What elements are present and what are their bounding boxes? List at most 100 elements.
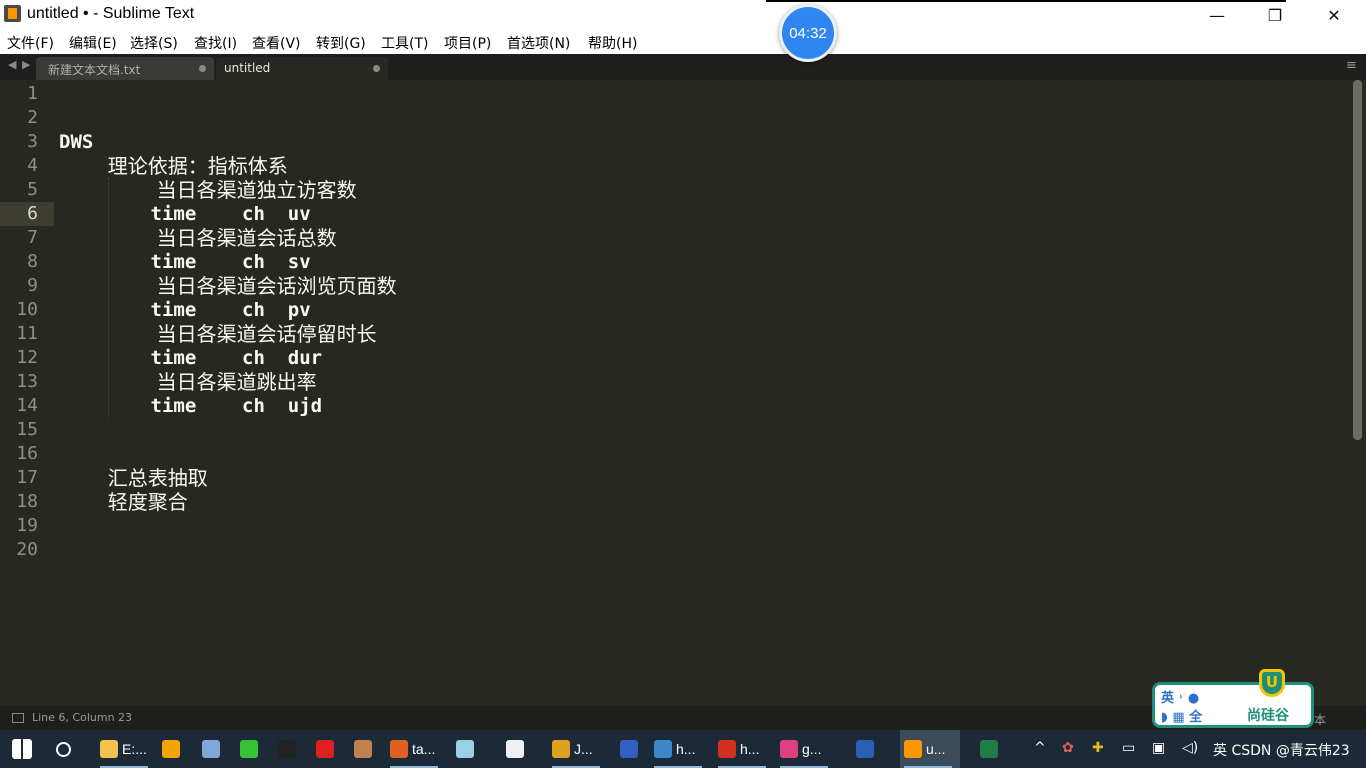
code-line[interactable]: time ch pv <box>59 298 311 322</box>
ime-logo-widget[interactable]: 英 ˒ ● ◗ ▦ 全 U 尚硅谷 <box>1152 669 1314 728</box>
taskbar-item[interactable] <box>12 730 32 768</box>
menu-find[interactable]: 查找(I) <box>194 33 237 53</box>
status-right-text: 本 <box>1314 713 1327 727</box>
search-icon <box>56 741 71 757</box>
menu-tools[interactable]: 工具(T) <box>381 33 428 53</box>
network-icon[interactable]: ▣ <box>1152 740 1165 756</box>
line-number: 20 <box>16 539 38 560</box>
menu-goto[interactable]: 转到(G) <box>316 33 366 53</box>
code-line[interactable]: 当日各渠道独立访客数 <box>157 178 357 202</box>
menu-preferences[interactable]: 首选项(N) <box>507 33 570 53</box>
code-line[interactable]: 当日各渠道会话总数 <box>157 226 337 250</box>
line-number: 2 <box>27 107 38 128</box>
tray-app-icon[interactable]: ✿ <box>1062 740 1074 756</box>
window-title: untitled • - Sublime Text <box>27 5 195 22</box>
line-number: 15 <box>16 419 38 440</box>
taskbar-item-label: g... <box>802 741 822 757</box>
line-number: 11 <box>16 323 38 344</box>
tab-new-text-doc[interactable]: 新建文本文档.txt <box>36 57 214 80</box>
tab-bar: ◀ ▶ 新建文本文档.txt untitled ≡ <box>0 54 1366 80</box>
taskbar-item-label: h... <box>740 741 760 757</box>
vertical-scrollbar[interactable] <box>1353 80 1362 440</box>
line-number: 18 <box>16 491 38 512</box>
tab-untitled[interactable]: untitled <box>216 57 388 80</box>
minimize-button[interactable]: — <box>1194 0 1240 30</box>
smile-icon <box>506 740 524 758</box>
menu-file[interactable]: 文件(F) <box>7 33 54 53</box>
taskbar-item[interactable] <box>240 730 258 768</box>
editor-area[interactable]: 1 2 3 4 5 6 7 8 9 10 11 12 13 14 15 16 17 18 19 20 DWS 理论依据：… <box>0 80 1366 706</box>
taskbar-item[interactable]: g... <box>780 730 828 768</box>
taskbar-item[interactable] <box>856 730 874 768</box>
code-line[interactable]: time ch sv <box>59 250 311 274</box>
code-line[interactable]: DWS <box>59 130 93 154</box>
code-line[interactable]: time ch uv <box>59 202 311 226</box>
windows-icon <box>12 739 32 759</box>
code-line[interactable]: 汇总表抽取 <box>108 466 208 490</box>
taskbar-item-label: h... <box>676 741 696 757</box>
line-number: 3 <box>27 131 38 152</box>
tray-text: 英 CSDN @青云伟23 <box>1213 743 1350 759</box>
tab-menu-icon[interactable]: ≡ <box>1346 58 1357 73</box>
redis-icon <box>718 740 736 758</box>
taskbar-item[interactable] <box>278 730 296 768</box>
taskbar-item[interactable]: h... <box>718 730 766 768</box>
taskbar-item[interactable] <box>202 730 220 768</box>
code-line[interactable]: 当日各渠道跳出率 <box>157 370 317 394</box>
menu-help[interactable]: 帮助(H) <box>588 33 637 53</box>
vm-icon <box>654 740 672 758</box>
ime-width-label: ◗ ▦ 全 <box>1161 710 1203 725</box>
taskbar-item-label: ta... <box>412 741 436 757</box>
taskbar-item[interactable]: h... <box>654 730 702 768</box>
line-number: 9 <box>27 275 38 296</box>
menu-edit[interactable]: 编辑(E) <box>69 33 117 53</box>
taskbar-item[interactable] <box>980 730 998 768</box>
code-line[interactable]: 当日各渠道会话停留时长 <box>157 322 377 346</box>
ime-mode-label: 英 ˒ ● <box>1161 691 1200 706</box>
battery-icon[interactable]: ▭ <box>1122 740 1135 756</box>
tab-next-icon[interactable]: ▶ <box>22 58 30 71</box>
volume-icon[interactable]: ◁) <box>1182 740 1198 756</box>
taskbar-item[interactable] <box>162 730 180 768</box>
close-button[interactable]: ✕ <box>1311 0 1357 30</box>
folder-icon <box>100 740 118 758</box>
idea-icon <box>780 740 798 758</box>
code-line[interactable]: 轻度聚合 <box>108 490 188 514</box>
tab-label: 新建文本文档.txt <box>48 63 141 77</box>
taskbar-item[interactable] <box>354 730 372 768</box>
tab-prev-icon[interactable]: ◀ <box>8 58 16 71</box>
recording-timer[interactable]: 04:32 <box>779 4 837 62</box>
code-line[interactable]: time ch ujd <box>59 394 323 418</box>
sublime-icon <box>904 740 922 758</box>
taskbar-item[interactable]: u... <box>904 730 952 768</box>
maximize-button[interactable]: ❐ <box>1252 0 1298 30</box>
excel-icon <box>980 740 998 758</box>
taskbar-item[interactable]: E:... <box>100 730 148 768</box>
panel-toggle-icon[interactable] <box>12 713 24 723</box>
taskbar-item[interactable] <box>456 730 474 768</box>
menu-selection[interactable]: 选择(S) <box>130 33 178 53</box>
taskbar-item[interactable] <box>506 730 524 768</box>
taskbar-item[interactable]: ta... <box>390 730 438 768</box>
chrome-icon <box>552 740 570 758</box>
taskbar-item[interactable] <box>56 730 71 768</box>
taskbar-item[interactable] <box>620 730 638 768</box>
line-number: 4 <box>27 155 38 176</box>
line-number: 12 <box>16 347 38 368</box>
tray-up-arrow-icon[interactable]: ^ <box>1034 740 1046 756</box>
tray-plus-icon[interactable]: ✚ <box>1092 740 1104 756</box>
k-app-icon <box>162 740 180 758</box>
unsaved-dot-icon[interactable] <box>199 65 206 72</box>
code-line[interactable]: 理论依据：指标体系 <box>108 154 288 178</box>
code-line[interactable]: 当日各渠道会话浏览页面数 <box>157 274 397 298</box>
code-line[interactable]: time ch dur <box>59 346 323 370</box>
line-number: 6 <box>27 203 38 224</box>
line-number: 8 <box>27 251 38 272</box>
taskbar-item[interactable] <box>316 730 334 768</box>
menu-view[interactable]: 查看(V) <box>252 33 301 53</box>
menu-project[interactable]: 项目(P) <box>444 33 491 53</box>
tab-label: untitled <box>224 61 271 75</box>
cursor-position: Line 6, Column 23 <box>32 711 133 724</box>
unsaved-dot-icon[interactable] <box>373 65 380 72</box>
taskbar-item[interactable]: J... <box>552 730 600 768</box>
